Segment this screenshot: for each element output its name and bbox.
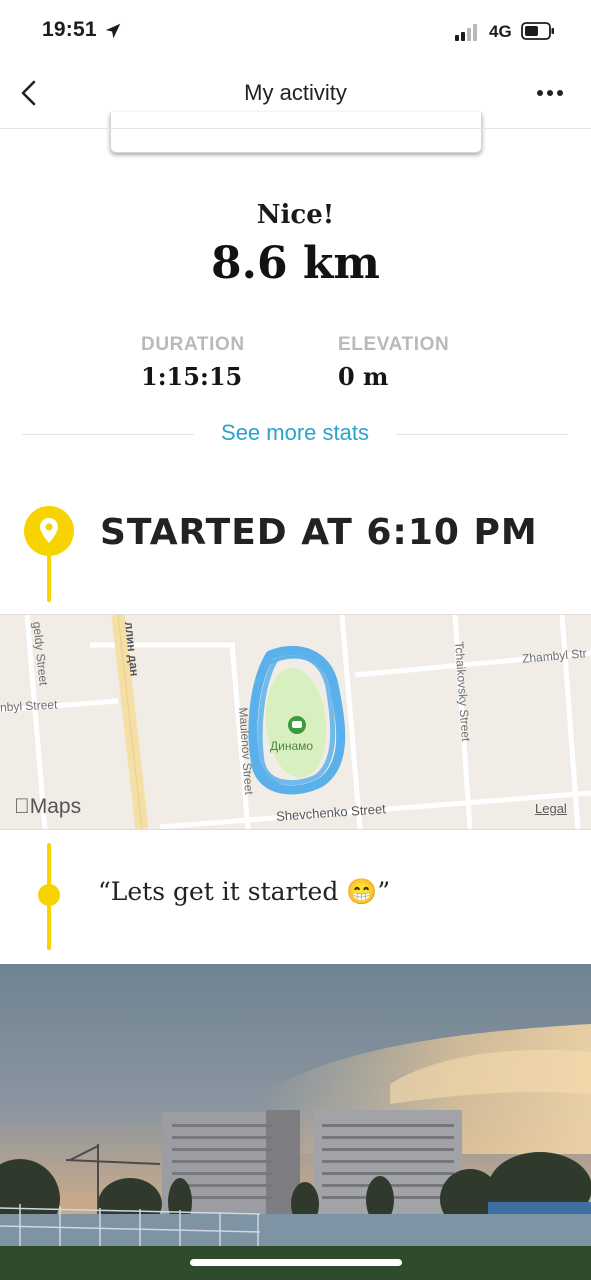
network-type: 4G [489,22,512,41]
route-map[interactable]: geldy Street ллин дан nbyl Street Maulen… [0,614,591,830]
maps-attribution-label: Maps [14,795,81,818]
activity-photo[interactable] [0,964,591,1280]
legal-link[interactable]: Legal [535,801,567,816]
maps-attribution: Maps [14,795,81,819]
stadium-photo-illustration [0,964,591,1280]
timeline-dot [38,884,60,906]
header-divider [0,128,591,129]
elevation-value: 0 m [338,362,389,391]
more-options-button[interactable] [534,84,566,102]
page-title: My activity [244,80,347,105]
battery-icon [521,22,554,40]
location-pin-icon [24,506,74,602]
distance-value: 8.6 km [211,238,380,289]
location-arrow-icon [105,23,121,39]
elevation-label: ELEVATION [338,334,450,355]
signal-bars-icon [455,23,483,41]
home-indicator[interactable] [190,1259,402,1266]
apple-logo-icon:  [14,795,30,818]
map-place-label: Динамо [270,739,314,753]
duration-label: DURATION [141,334,245,355]
map-street-label: nbyl Street [0,697,58,715]
started-at-heading: STARTED AT 6:10 PM [100,512,538,553]
divider-left [22,434,194,435]
map-canvas [0,615,591,829]
see-more-stats-link[interactable]: See more stats [200,420,390,446]
card-fragment [110,112,482,153]
divider-right [396,434,568,435]
summary-headline: Nice! [256,200,335,230]
activity-note: “Lets get it started 😁” [98,877,391,906]
duration-value: 1:15:15 [141,362,243,391]
status-time: 19:51 [42,18,97,41]
